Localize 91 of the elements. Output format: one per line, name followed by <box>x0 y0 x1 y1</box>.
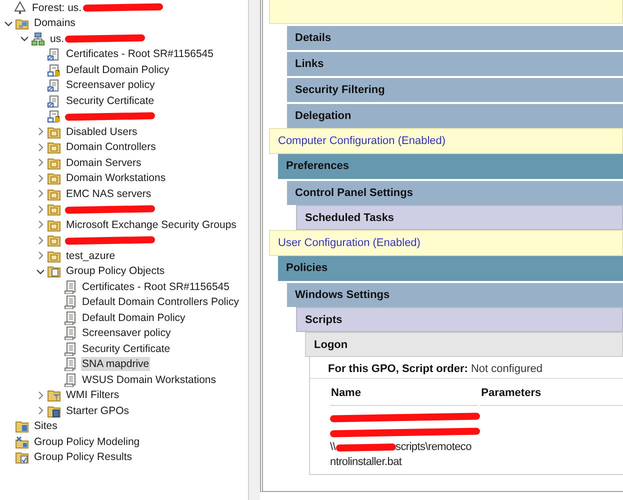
tree-item[interactable]: Microsoft Exchange Security Groups <box>65 218 238 232</box>
folder-icon <box>47 140 61 154</box>
shortcut-scroll-icon <box>47 47 61 62</box>
scroll-icon <box>63 310 77 325</box>
subcategory-header[interactable]: Links <box>287 50 623 76</box>
subcategory-header[interactable]: Control Panel Settings <box>287 179 623 205</box>
tree-item[interactable]: WMI Filters <box>65 388 120 402</box>
folder-icon <box>47 171 61 186</box>
tree-item[interactable]: test_azure <box>65 248 116 263</box>
shortcut-scroll-icon <box>47 94 61 108</box>
folder-icon <box>47 156 61 170</box>
chevron-right-icon[interactable] <box>36 127 45 136</box>
tree-item[interactable]: Screensaver policy <box>65 78 156 92</box>
folder-report-icon <box>15 450 29 464</box>
tree-item[interactable]: Domain Servers <box>65 156 142 170</box>
tree-item[interactable]: Default Domain Policy <box>65 62 170 77</box>
tree-icon <box>13 0 27 15</box>
chevron-right-icon[interactable] <box>36 158 45 168</box>
folder-icon <box>47 218 61 232</box>
tree-item[interactable]: EMC NAS servers <box>65 186 152 201</box>
category-header[interactable]: Preferences <box>278 154 623 179</box>
folder-icon <box>47 186 61 201</box>
scroll-icon <box>63 280 77 294</box>
chevron-right-icon[interactable] <box>36 251 45 260</box>
tree-item[interactable]: Sites <box>33 419 58 434</box>
table-cell-text: scripts\remoteco <box>396 440 472 455</box>
setting-value: Not configured <box>470 362 543 377</box>
tree-item[interactable]: Default Domain Policy <box>81 310 186 325</box>
subcategory-header[interactable]: Delegation <box>287 102 623 128</box>
chevron-right-icon[interactable] <box>36 390 45 400</box>
chevron-right-icon[interactable] <box>36 236 45 245</box>
folder-sites-icon <box>15 419 29 434</box>
scroll-icon <box>63 342 77 356</box>
tree-item[interactable]: Starter GPOs <box>65 404 130 418</box>
shortcut-scroll-icon <box>47 78 61 92</box>
folder-icon <box>47 202 61 216</box>
tree-item[interactable]: Group Policy Modeling <box>33 434 141 449</box>
tree-item[interactable]: us. <box>49 32 66 46</box>
subcategory-header[interactable]: Windows Settings <box>287 281 623 307</box>
tree-item[interactable]: Default Domain Controllers Policy <box>81 295 240 310</box>
extension-header[interactable]: Scripts <box>296 307 623 332</box>
folder-scroll-icon <box>47 264 61 278</box>
folder-icon <box>47 248 61 263</box>
tree-item[interactable]: Certificates - Root SR#1156545 <box>65 47 214 62</box>
column-header: Parameters <box>480 385 623 406</box>
scroll-lock-icon <box>47 62 61 77</box>
tree-item[interactable]: Domains <box>33 16 76 30</box>
tree-item[interactable]: Domain Controllers <box>65 140 157 154</box>
item-header[interactable]: Logon <box>305 332 623 357</box>
table-cell-text: ntrolinstaller.bat <box>330 454 402 470</box>
scroll-icon <box>63 326 77 340</box>
tree-item[interactable]: Screensaver policy <box>81 326 172 340</box>
chevron-right-icon[interactable] <box>36 204 45 214</box>
chevron-down-icon[interactable] <box>4 18 13 28</box>
folder-filter-icon <box>47 388 61 402</box>
tree-item[interactable]: Forest: us. <box>31 0 83 15</box>
tree-item[interactable]: Certificates - Root SR#1156545 <box>81 280 230 294</box>
section-header[interactable]: User Configuration (Enabled) <box>269 230 623 256</box>
chevron-right-icon[interactable] <box>36 189 45 198</box>
chevron-right-icon[interactable] <box>36 174 45 183</box>
tree-item[interactable]: Group Policy Objects <box>65 264 166 278</box>
scroll-lock-icon <box>47 109 61 124</box>
scroll-icon <box>63 372 77 387</box>
chevron-right-icon[interactable] <box>36 406 45 416</box>
folder-document-icon <box>47 404 61 418</box>
folder-icon <box>47 124 61 139</box>
tree-item[interactable]: Security Certificate <box>81 342 172 356</box>
scroll-icon <box>63 295 77 310</box>
chevron-right-icon[interactable] <box>36 142 45 152</box>
table-cell-text: \\ <box>330 440 336 455</box>
column-header: Name <box>330 385 478 406</box>
chevron-down-icon[interactable] <box>20 34 29 44</box>
tree-item[interactable]: Domain Workstations <box>65 171 167 186</box>
redaction-mark <box>335 442 396 452</box>
category-header[interactable]: Policies <box>278 256 623 281</box>
subcategory-header[interactable]: Details <box>287 24 623 50</box>
tree-item[interactable]: WSUS Domain Workstations <box>81 372 218 387</box>
chevron-right-icon[interactable] <box>36 220 45 230</box>
tree-item[interactable]: Disabled Users <box>65 124 138 139</box>
setting-label: For this GPO, Script order: <box>328 362 468 377</box>
section-header[interactable]: Computer Configuration (Enabled) <box>269 128 623 154</box>
tree-item[interactable]: Security Certificate <box>65 94 156 108</box>
tree-item[interactable]: SNA mapdrive <box>81 357 150 372</box>
tree-item[interactable]: Group Policy Results <box>33 450 134 464</box>
scroll-icon <box>63 357 77 372</box>
subcategory-header[interactable]: Security Filtering <box>287 76 623 102</box>
chevron-down-icon[interactable] <box>36 266 45 276</box>
chart-wizard-icon <box>15 434 29 449</box>
folder-icon <box>47 233 61 248</box>
network-icon <box>31 32 45 46</box>
extension-header[interactable]: Scheduled Tasks <box>296 205 623 230</box>
